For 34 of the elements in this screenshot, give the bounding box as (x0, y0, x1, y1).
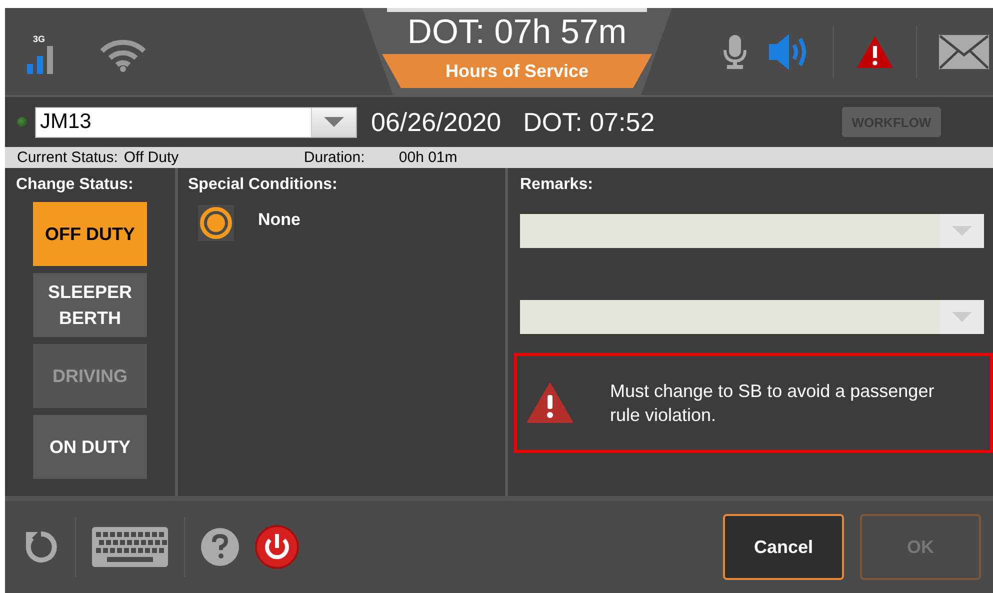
refresh-icon[interactable] (23, 529, 59, 565)
keyboard-icon[interactable] (92, 527, 168, 567)
current-status-value: Off Duty (124, 149, 180, 166)
dot-time-text: DOT: 07:52 (523, 106, 655, 138)
cancel-button[interactable]: Cancel (723, 514, 844, 580)
option-label: None (258, 210, 300, 230)
status-button[interactable]: OFF DUTY (33, 202, 147, 266)
network-label: 3G (33, 34, 46, 44)
driver-dropdown[interactable]: JM13 (35, 106, 357, 138)
status-button[interactable]: SLEEPER BERTH (33, 273, 147, 337)
hours-of-service-banner: Hours of Service (382, 54, 652, 88)
duration-label: Duration: (304, 149, 366, 166)
power-icon[interactable] (255, 525, 299, 569)
dot-timer: DOT: 07h 57m (407, 12, 627, 52)
change-status-heading: Change Status: (15, 175, 134, 195)
alert-message: Must change to SB to avoid a passenger rule violation. (610, 380, 936, 427)
warning-icon[interactable] (856, 34, 894, 68)
caret-icon (324, 117, 344, 127)
caret-icon (952, 226, 972, 236)
warning-icon (527, 383, 573, 423)
envelope-icon[interactable] (939, 34, 989, 68)
help-icon[interactable] (201, 528, 239, 566)
special-conditions-heading: Special Conditions: (188, 175, 338, 195)
microphone-icon[interactable] (723, 34, 747, 68)
current-status-label: Current Status: (17, 149, 118, 166)
caret-icon (952, 312, 972, 322)
status-led-icon (17, 117, 27, 127)
status-button[interactable]: ON DUTY (33, 415, 147, 479)
remarks-heading: Remarks: (520, 175, 594, 195)
date-text: 06/26/2020 (371, 106, 502, 138)
signal-bars-icon (27, 44, 53, 74)
duration-value: 00h 01m (398, 149, 458, 166)
radio-button[interactable] (198, 205, 234, 241)
wifi-icon (99, 38, 147, 72)
